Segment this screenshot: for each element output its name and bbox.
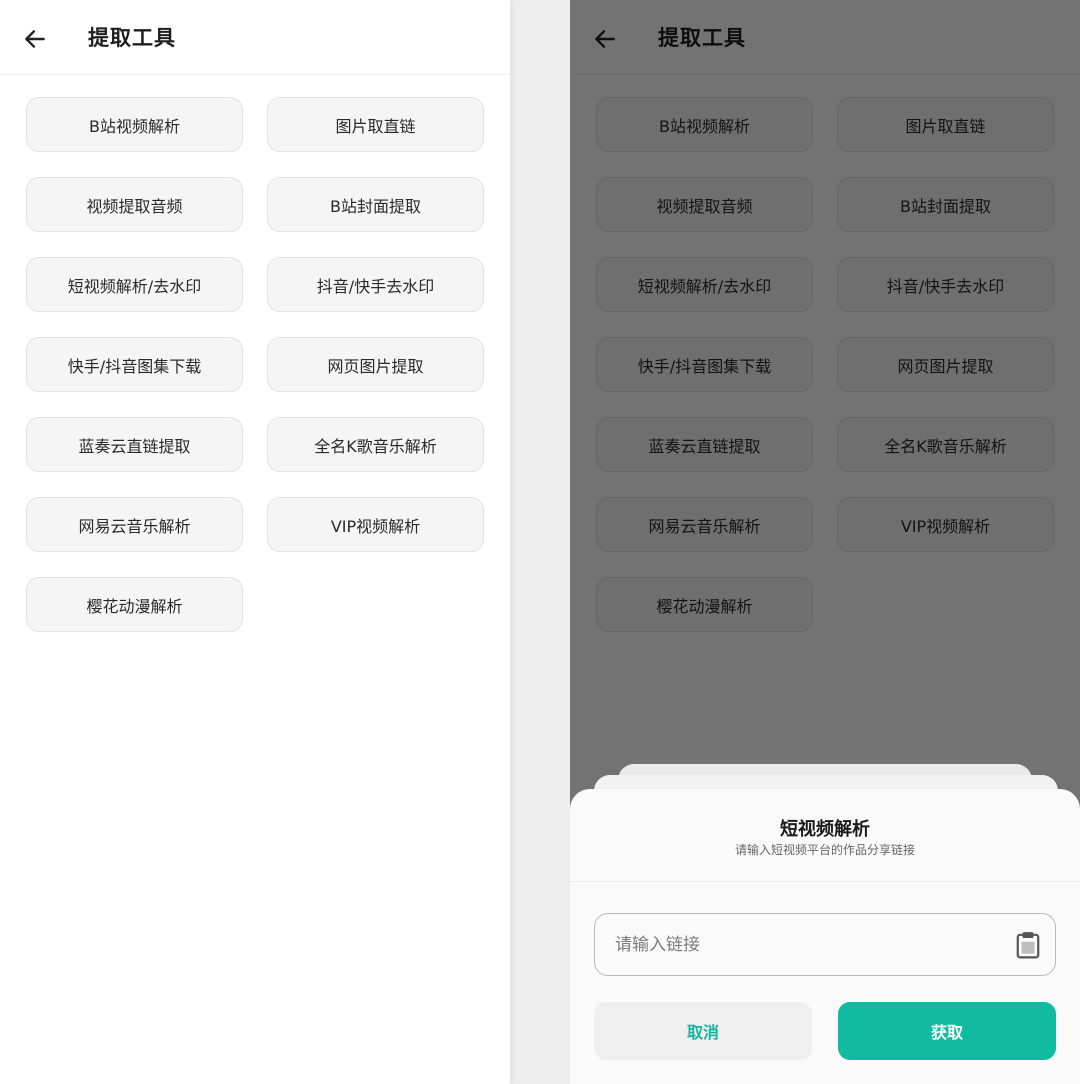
- arrow-left-icon[interactable]: [22, 26, 48, 52]
- get-button[interactable]: 获取: [838, 1002, 1056, 1060]
- tool-button[interactable]: 全名K歌音乐解析: [267, 417, 484, 472]
- dialog-title: 短视频解析: [780, 819, 870, 840]
- bottom-sheet-dialog: 短视频解析 请输入短视频平台的作品分享链接 取消 获取: [570, 789, 1080, 1084]
- link-input-box: [594, 913, 1056, 976]
- app-bar: 提取工具: [0, 0, 510, 75]
- tool-button[interactable]: 樱花动漫解析: [26, 577, 243, 632]
- tool-button[interactable]: 网页图片提取: [267, 337, 484, 392]
- tool-button[interactable]: 网易云音乐解析: [26, 497, 243, 552]
- clipboard-icon[interactable]: [1015, 931, 1041, 959]
- tool-button[interactable]: 快手/抖音图集下载: [26, 337, 243, 392]
- dialog-subtitle: 请输入短视频平台的作品分享链接: [734, 843, 915, 857]
- tool-button[interactable]: B站封面提取: [267, 177, 484, 232]
- tool-button[interactable]: 视频提取音频: [26, 177, 243, 232]
- tool-button[interactable]: VIP视频解析: [267, 497, 484, 552]
- divider: [570, 881, 1080, 882]
- tool-button[interactable]: 抖音/快手去水印: [267, 257, 484, 312]
- tool-button[interactable]: 图片取直链: [267, 97, 484, 152]
- tool-button[interactable]: 短视频解析/去水印: [26, 257, 243, 312]
- dialog-screen: 提取工具 B站视频解析图片取直链视频提取音频B站封面提取短视频解析/去水印抖音/…: [570, 0, 1080, 1084]
- tool-button[interactable]: 蓝奏云直链提取: [26, 417, 243, 472]
- tool-grid: B站视频解析图片取直链视频提取音频 B站封面提取短视频解析/去水印抖音/快手去水印…: [26, 97, 486, 632]
- cancel-button[interactable]: 取消: [594, 1002, 812, 1060]
- link-input[interactable]: [613, 914, 997, 976]
- tool-list-screen: 提取工具 B站视频解析 图片取直链 视频提取音频 B站封面提取 短视频解析/去水印 抖音/…: [0, 0, 510, 1084]
- page-title: 提取工具: [88, 26, 176, 50]
- tool-button[interactable]: B站视频解析: [26, 97, 243, 152]
